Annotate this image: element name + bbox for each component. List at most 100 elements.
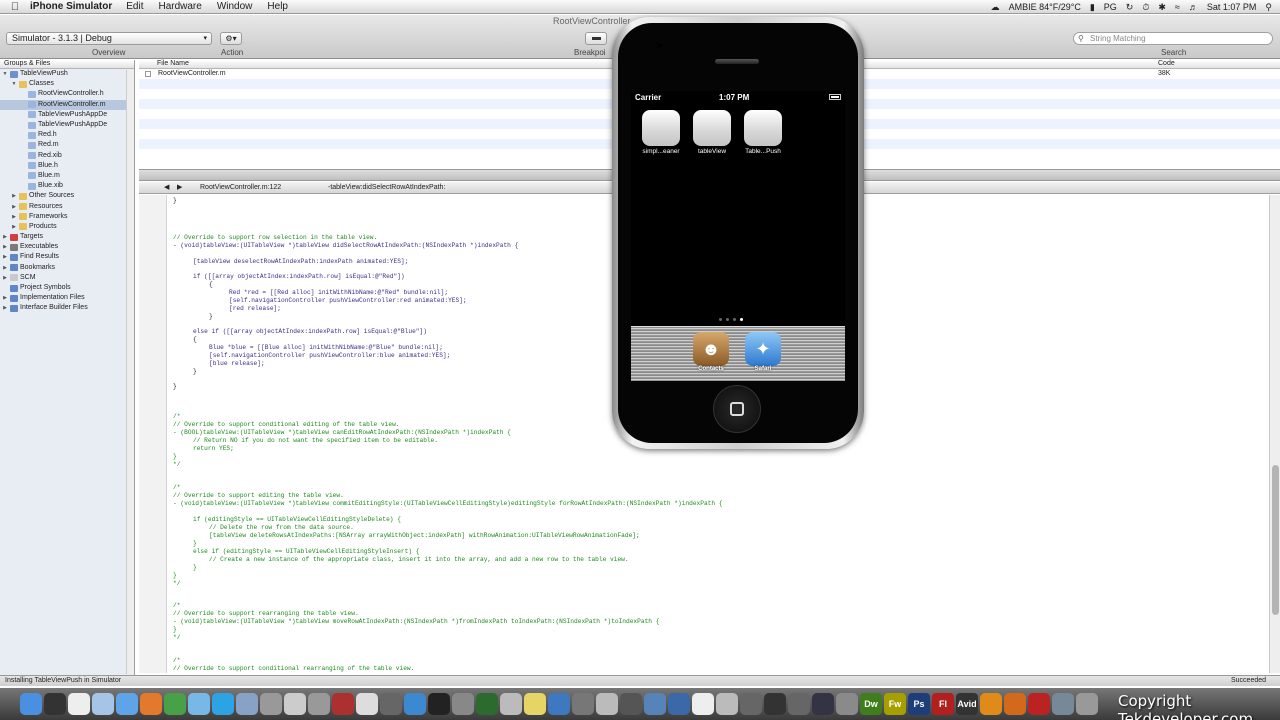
crop-icon[interactable] xyxy=(620,693,642,715)
disclosure-closed-icon[interactable]: ▶ xyxy=(2,293,8,303)
editor-scrollbar[interactable] xyxy=(1269,195,1280,673)
dock-app-dw-icon[interactable]: Dw xyxy=(860,693,882,715)
sidebar-item[interactable]: Blue.h xyxy=(0,161,134,171)
wifi-icon[interactable]: ≈ xyxy=(1175,2,1180,12)
app-tableview[interactable]: tableView xyxy=(690,110,734,155)
finder-icon[interactable] xyxy=(20,693,42,715)
vlc-icon[interactable] xyxy=(980,693,1002,715)
menu-help[interactable]: Help xyxy=(267,1,288,12)
battery-menu-icon[interactable]: ▮ xyxy=(1090,2,1095,13)
apple-menu-icon[interactable]:  xyxy=(0,1,30,13)
terminal-icon[interactable] xyxy=(428,693,450,715)
app-simple-cleaner[interactable]: simpl...eaner xyxy=(639,110,683,155)
editor-scroll-thumb[interactable] xyxy=(1272,465,1279,615)
bluetooth-icon[interactable]: ✱ xyxy=(1158,2,1166,13)
menu-clock[interactable]: Sat 1:07 PM xyxy=(1207,2,1257,12)
sidebar-item[interactable]: ▶ Resources xyxy=(0,201,134,211)
firefox-icon[interactable] xyxy=(140,693,162,715)
weather-text[interactable]: AMBIE 84°F/29°C xyxy=(1009,2,1081,12)
preview-icon[interactable] xyxy=(284,693,306,715)
dock-app-avid-icon[interactable]: Avid xyxy=(956,693,978,715)
breakpoints-button[interactable] xyxy=(585,32,607,45)
disclosure-closed-icon[interactable]: ▶ xyxy=(11,191,17,201)
font-book-icon[interactable] xyxy=(500,693,522,715)
lightroom-icon[interactable] xyxy=(812,693,834,715)
sidebar-item[interactable]: Red.h xyxy=(0,130,134,140)
textedit-icon[interactable] xyxy=(356,693,378,715)
stickies-icon[interactable] xyxy=(524,693,546,715)
time-machine-icon[interactable]: ⏱ xyxy=(1142,2,1149,13)
disclosure-open-icon[interactable]: ▼ xyxy=(11,79,17,89)
system-prefs-icon[interactable] xyxy=(452,693,474,715)
menu-window[interactable]: Window xyxy=(217,1,253,12)
sidebar-item[interactable]: ▶ Implementation Files xyxy=(0,293,134,303)
vpn-icon[interactable] xyxy=(740,693,762,715)
disclosure-closed-icon[interactable]: ▶ xyxy=(11,212,17,222)
downloads-icon[interactable] xyxy=(1052,693,1074,715)
app-tableviewpush[interactable]: Table...Push xyxy=(741,110,785,155)
sidebar-item[interactable]: ▶ Executables xyxy=(0,242,134,252)
disclosure-closed-icon[interactable]: ▶ xyxy=(11,202,17,212)
back-arrow-icon[interactable]: ◀ xyxy=(164,182,169,194)
iphone-screen[interactable]: Carrier 1:07 PM simpl...eaner tableView … xyxy=(631,91,845,381)
pg-indicator[interactable]: PG xyxy=(1104,2,1117,12)
nav-file-popup[interactable]: RootViewController.m:122 xyxy=(200,182,281,194)
sidebar-item[interactable]: TableViewPushAppDe xyxy=(0,120,134,130)
sidebar-item[interactable]: ▶ SCM xyxy=(0,273,134,283)
disclosure-closed-icon[interactable]: ▶ xyxy=(2,273,8,283)
safari-icon[interactable] xyxy=(116,693,138,715)
forward-arrow-icon[interactable]: ▶ xyxy=(177,182,182,194)
spotlight-icon[interactable]: ⚲ xyxy=(1265,2,1272,13)
home-button[interactable] xyxy=(713,385,761,433)
keynote-icon[interactable] xyxy=(668,693,690,715)
disclosure-closed-icon[interactable]: ▶ xyxy=(2,303,8,313)
sidebar-item[interactable]: ▶ Interface Builder Files xyxy=(0,303,134,313)
disclosure-closed-icon[interactable]: ▶ xyxy=(2,263,8,273)
sync-menu-icon[interactable]: ↻ xyxy=(1126,2,1134,13)
disclosure-closed-icon[interactable]: ▶ xyxy=(2,252,8,262)
dock-app-fl-icon[interactable]: Fl xyxy=(932,693,954,715)
disclosure-closed-icon[interactable]: ▶ xyxy=(2,232,8,242)
col-code[interactable]: Code xyxy=(1158,60,1175,68)
grapher-icon[interactable] xyxy=(380,693,402,715)
sidebar-item[interactable]: Red.xib xyxy=(0,151,134,161)
sidebar-item[interactable]: ▶ Targets xyxy=(0,232,134,242)
dock-app-ps-icon[interactable]: Ps xyxy=(908,693,930,715)
mail-icon[interactable] xyxy=(92,693,114,715)
opera-icon[interactable] xyxy=(1028,693,1050,715)
cloud-icon[interactable]: ☁ xyxy=(991,2,1000,13)
chrome-icon[interactable] xyxy=(164,693,186,715)
sidebar-scrollbar[interactable] xyxy=(126,70,134,674)
pages-icon[interactable] xyxy=(716,693,738,715)
photo-booth-icon[interactable] xyxy=(332,693,354,715)
calculator-icon[interactable] xyxy=(308,693,330,715)
firefox2-icon[interactable] xyxy=(1004,693,1026,715)
net-icon[interactable] xyxy=(788,693,810,715)
sidebar-item[interactable]: ▶ Bookmarks xyxy=(0,263,134,273)
skype-icon[interactable] xyxy=(212,693,234,715)
tools-icon[interactable] xyxy=(260,693,282,715)
disclosure-open-icon[interactable]: ▼ xyxy=(2,69,8,79)
sidebar-item[interactable]: ▶ Products xyxy=(0,222,134,232)
itunes-icon[interactable] xyxy=(188,693,210,715)
disclosure-closed-icon[interactable]: ▶ xyxy=(2,242,8,252)
sidebar-item[interactable]: RootViewController.m xyxy=(0,99,134,110)
sidebar-item[interactable]: ▶ Frameworks xyxy=(0,212,134,222)
xcode-icon[interactable] xyxy=(236,693,258,715)
calendar-icon[interactable] xyxy=(68,693,90,715)
sidebar-item[interactable]: Red.m xyxy=(0,140,134,150)
sync-icon[interactable] xyxy=(572,693,594,715)
sidebar-item[interactable]: RootViewController.h xyxy=(0,89,134,99)
app-store-icon[interactable] xyxy=(404,693,426,715)
sidebar-item[interactable]: Blue.m xyxy=(0,171,134,181)
dock-contacts[interactable]: ☻ Contacts xyxy=(689,332,733,372)
sidebar-item[interactable]: ▶ Find Results xyxy=(0,252,134,262)
action-button[interactable]: ⚙▾ xyxy=(220,32,242,45)
sidebar-item[interactable]: ▶ Other Sources xyxy=(0,191,134,201)
sidebar-item[interactable]: ▼ TableViewPush xyxy=(0,69,134,79)
shell-icon[interactable] xyxy=(764,693,786,715)
image-icon[interactable] xyxy=(596,693,618,715)
cal-icon[interactable] xyxy=(692,693,714,715)
sidebar-item[interactable]: TableViewPushAppDe xyxy=(0,110,134,120)
sidebar-item[interactable]: Blue.xib xyxy=(0,181,134,191)
